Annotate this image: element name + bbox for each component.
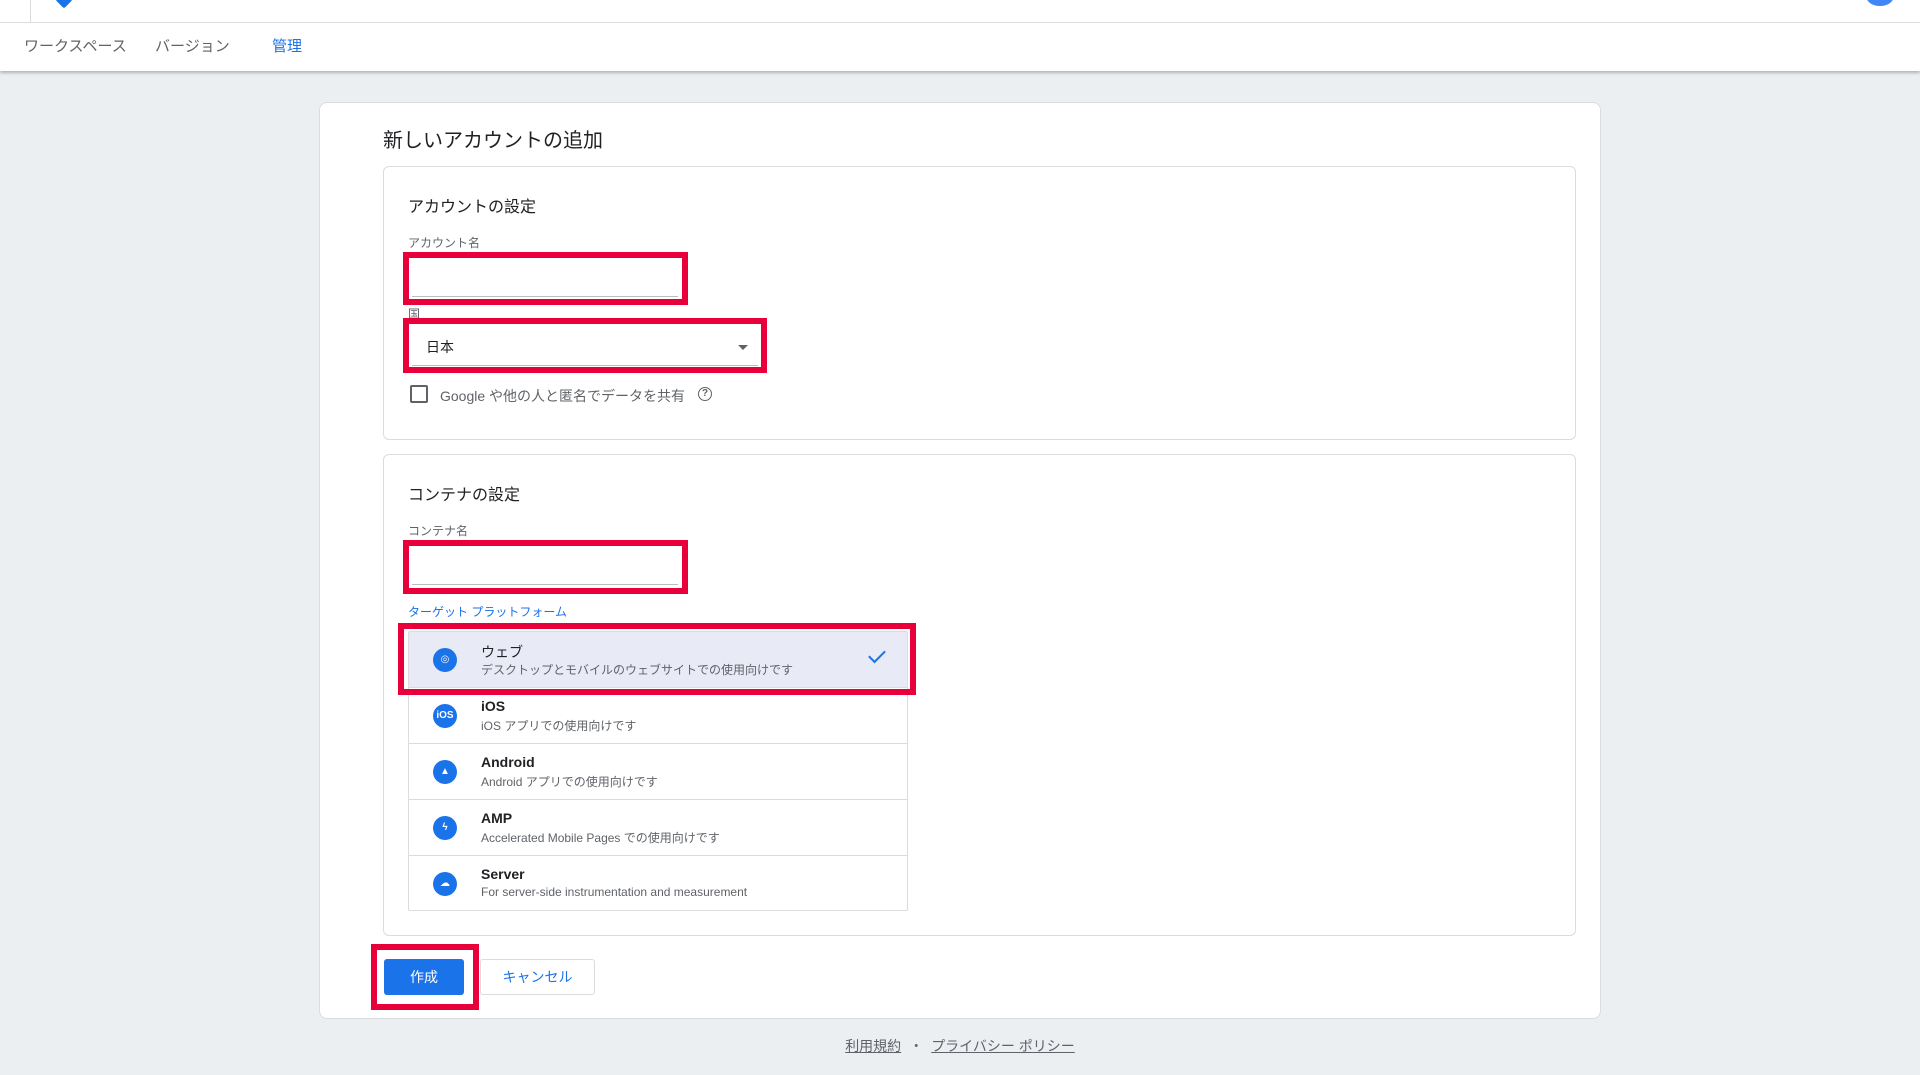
cloud-icon: ☁ <box>433 872 457 896</box>
platform-desc: Android アプリでの使用向けです <box>481 775 658 789</box>
gtm-logo-icon[interactable] <box>55 0 73 9</box>
tab-workspace[interactable]: ワークスペース <box>24 23 127 71</box>
container-name-input[interactable] <box>412 549 678 585</box>
platform-ios[interactable]: iOS iOS iOS アプリでの使用向けです <box>409 688 907 744</box>
account-name-label: アカウント名 <box>408 236 481 250</box>
platform-desc: デスクトップとモバイルのウェブサイトでの使用向けです <box>481 663 794 677</box>
platform-desc: Accelerated Mobile Pages での使用向けです <box>481 831 720 845</box>
page-title: 新しいアカウントの追加 <box>383 130 603 152</box>
bolt-icon: ϟ <box>433 816 457 840</box>
container-name-label: コンテナ名 <box>408 524 469 538</box>
tab-admin[interactable]: 管理 <box>272 23 302 71</box>
account-avatar[interactable] <box>1866 0 1894 6</box>
platform-server[interactable]: ☁ Server For server-side instrumentation… <box>409 856 907 912</box>
globe-icon: ◎ <box>433 648 457 672</box>
platform-name: iOS <box>481 698 506 714</box>
account-name-input[interactable] <box>412 261 678 297</box>
tab-versions[interactable]: バージョン <box>155 23 230 71</box>
footer: 利用規約・プライバシー ポリシー <box>0 1036 1920 1056</box>
share-data-checkbox[interactable] <box>410 385 428 403</box>
country-select[interactable]: 日本 <box>412 328 758 366</box>
platform-name: Server <box>481 866 525 882</box>
top-header <box>0 0 1920 23</box>
platform-name: AMP <box>481 810 513 826</box>
ios-icon: iOS <box>433 704 457 728</box>
android-icon: ▲ <box>433 760 457 784</box>
share-data-label: Google や他の人と匿名でデータを共有 <box>440 388 686 404</box>
terms-link[interactable]: 利用規約 <box>845 1038 901 1054</box>
check-icon <box>868 645 886 664</box>
caret-down-icon <box>738 345 748 350</box>
platform-web[interactable]: ◎ ウェブ デスクトップとモバイルのウェブサイトでの使用向けです <box>409 632 907 688</box>
container-section-title: コンテナの設定 <box>408 487 521 504</box>
footer-separator: ・ <box>909 1038 924 1054</box>
country-select-value: 日本 <box>426 339 454 355</box>
platform-desc: For server-side instrumentation and meas… <box>481 885 748 899</box>
header-divider <box>30 0 31 22</box>
privacy-link[interactable]: プライバシー ポリシー <box>931 1038 1075 1054</box>
target-platform-label: ターゲット プラットフォーム <box>408 605 567 619</box>
create-button[interactable]: 作成 <box>384 959 464 995</box>
help-icon[interactable]: ? <box>698 387 712 401</box>
platform-amp[interactable]: ϟ AMP Accelerated Mobile Pages での使用向けです <box>409 800 907 856</box>
platform-desc: iOS アプリでの使用向けです <box>481 719 637 733</box>
country-label: 国 <box>408 307 421 321</box>
platform-name: ウェブ <box>481 644 523 660</box>
cancel-button[interactable]: キャンセル <box>480 959 595 995</box>
platform-list: ◎ ウェブ デスクトップとモバイルのウェブサイトでの使用向けです iOS iOS… <box>408 631 908 911</box>
platform-android[interactable]: ▲ Android Android アプリでの使用向けです <box>409 744 907 800</box>
platform-name: Android <box>481 754 535 770</box>
account-section-title: アカウントの設定 <box>408 199 537 216</box>
nav-bar: ワークスペース バージョン 管理 <box>0 23 1920 71</box>
